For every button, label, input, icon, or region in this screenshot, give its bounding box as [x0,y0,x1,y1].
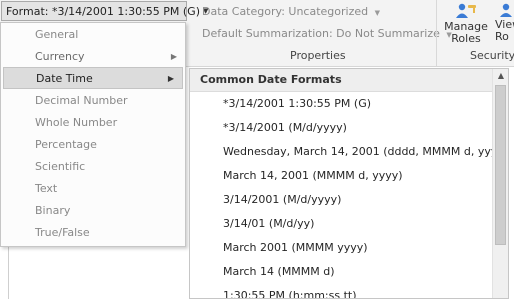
date-format-option[interactable]: Wednesday, March 14, 2001 (dddd, MMMM d,… [223,145,508,158]
menu-item-label: Whole Number [35,116,118,129]
properties-group-label: Properties [290,49,346,62]
manage-roles-icon [454,2,478,20]
date-format-submenu: Common Date Formats *3/14/2001 1:30:55 P… [189,68,509,299]
menu-item-date-time[interactable]: Date Time ▶ [3,67,183,89]
date-format-option[interactable]: March 14 (MMMM d) [223,265,335,278]
menu-item-label: True/False [35,226,90,239]
menu-item-general[interactable]: General [1,24,185,46]
menu-item-label: General [35,28,79,41]
data-category-dropdown[interactable]: Data Category: Uncategorized ▼ [202,5,380,18]
date-format-option[interactable]: *3/14/2001 1:30:55 PM (G) [223,97,371,110]
date-format-option[interactable]: March 14, 2001 (MMMM d, yyyy) [223,169,403,182]
menu-item-scientific[interactable]: Scientific [1,156,185,178]
data-category-label: Data Category: Uncategorized [202,5,369,18]
submenu-header: Common Date Formats [190,69,508,92]
security-group-label: Security [470,49,514,62]
date-format-option[interactable]: 3/14/2001 (M/d/yyyy) [223,193,341,206]
menu-item-decimal-number[interactable]: Decimal Number [1,90,185,112]
submenu-title: Common Date Formats [200,73,342,86]
scrollbar-thumb[interactable] [495,85,506,245]
menu-item-binary[interactable]: Binary [1,200,185,222]
format-menu: General Currency ▶ Date Time ▶ Decimal N… [0,22,186,247]
menu-item-text[interactable]: Text [1,178,185,200]
menu-item-true-false[interactable]: True/False [1,222,185,244]
default-summarization-dropdown[interactable]: Default Summarization: Do Not Summarize … [202,27,452,40]
menu-item-whole-number[interactable]: Whole Number [1,112,185,134]
submenu-scrollbar[interactable]: ▲ [492,69,508,298]
manage-roles-label-2: Roles [451,32,481,45]
menu-item-label: Text [35,182,58,195]
view-as-roles-button[interactable]: View Ro [491,2,514,48]
format-dropdown[interactable]: Format: *3/14/2001 1:30:55 PM (G) ▼ [1,1,208,21]
date-format-option[interactable]: *3/14/2001 (M/d/yyyy) [223,121,347,134]
chevron-right-icon: ▶ [170,52,177,61]
menu-item-label: Percentage [35,138,97,151]
menu-item-currency[interactable]: Currency ▶ [1,46,185,68]
date-format-option[interactable]: 3/14/01 (M/d/yy) [223,217,314,230]
menu-item-label: Decimal Number [35,94,128,107]
menu-item-percentage[interactable]: Percentage [1,134,185,156]
manage-roles-button[interactable]: Manage Roles [441,2,491,48]
menu-item-label: Currency [35,50,85,63]
menu-item-label: Date Time [36,72,93,85]
menu-item-label: Binary [35,204,71,217]
view-as-roles-label-2: Ro [495,30,509,43]
default-summarization-label: Default Summarization: Do Not Summarize [202,27,440,40]
format-dropdown-label: Format: *3/14/2001 1:30:55 PM (G) [6,4,200,18]
scroll-up-arrow-icon[interactable]: ▲ [493,71,508,80]
chevron-right-icon: ▶ [167,74,174,83]
group-separator [436,0,437,66]
date-format-option[interactable]: 1:30:55 PM (h:mm:ss tt) [223,289,357,298]
menu-item-label: Scientific [35,160,86,173]
date-format-option[interactable]: March 2001 (MMMM yyyy) [223,241,368,254]
chevron-down-icon: ▼ [374,9,381,17]
